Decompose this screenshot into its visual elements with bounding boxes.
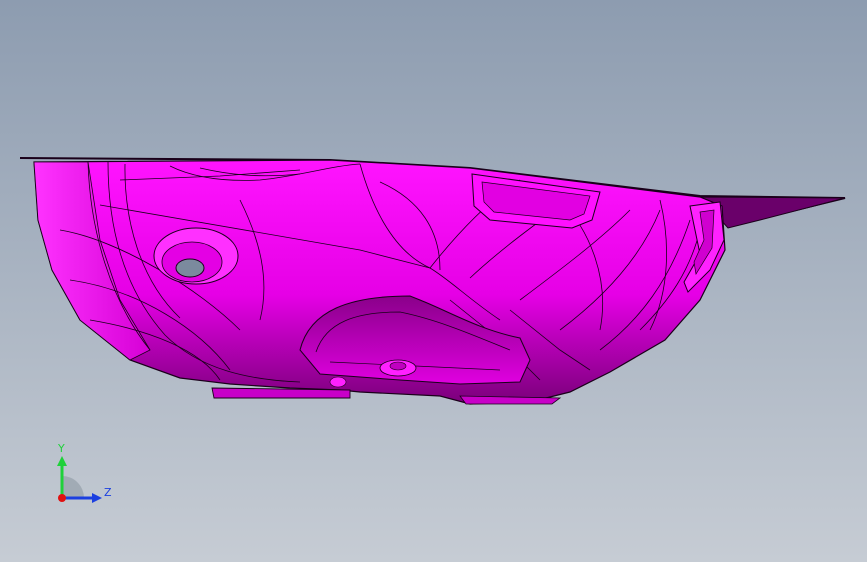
z-axis-label: Z: [104, 486, 112, 499]
coordinate-triad: Y Z: [48, 440, 118, 510]
y-axis-label: Y: [57, 442, 65, 455]
graphics-viewport[interactable]: Y Z: [0, 0, 867, 562]
triad-quadrant: [62, 476, 84, 498]
x-axis-dot: [58, 494, 66, 502]
y-axis-arrowhead: [57, 456, 67, 466]
mounting-hole: [153, 227, 239, 285]
model-view[interactable]: [0, 0, 867, 562]
z-axis-arrowhead: [92, 493, 102, 503]
bottom-rail: [211, 387, 351, 399]
